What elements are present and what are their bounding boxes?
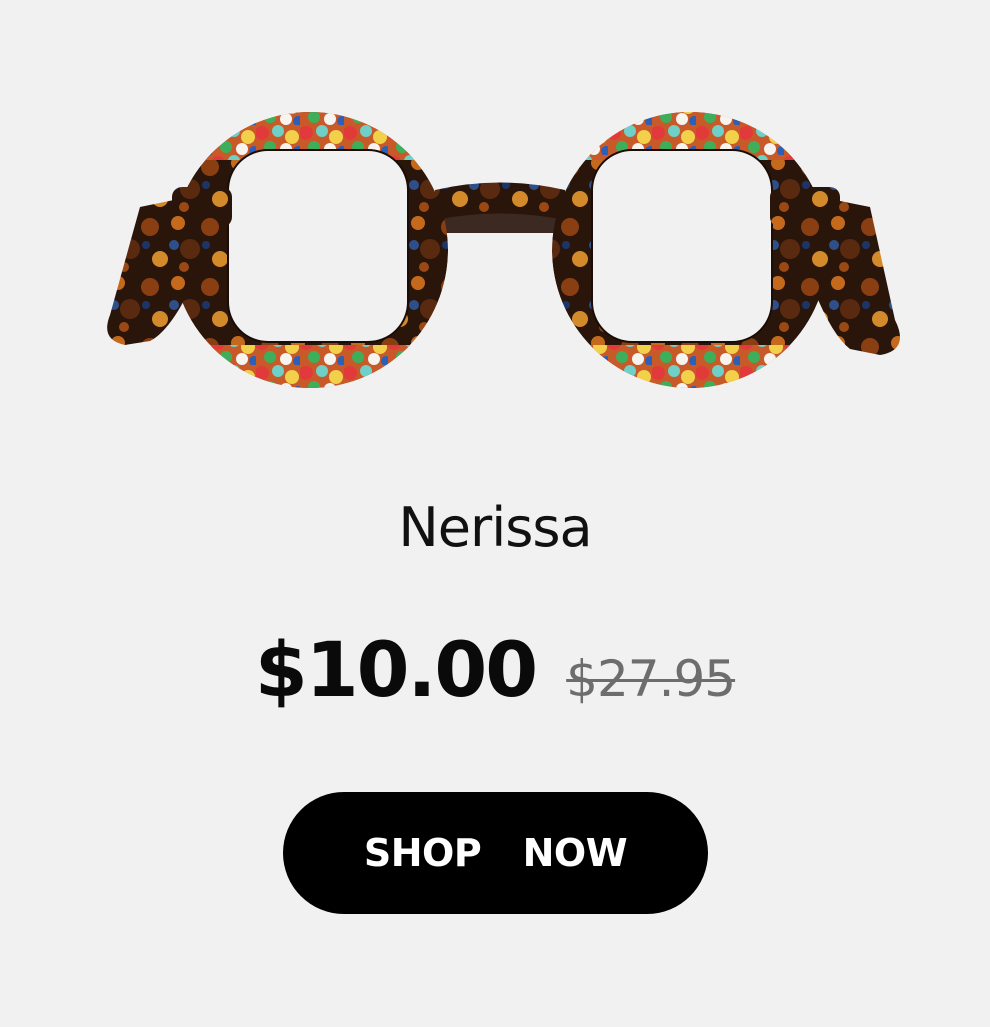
shop-now-button[interactable]: SHOP NOW — [283, 792, 708, 914]
product-name[interactable]: Nerissa — [0, 495, 990, 561]
eyeglasses-icon — [107, 112, 900, 388]
sale-price: $10.00 — [254, 625, 538, 714]
shop-now-label: SHOP NOW — [363, 831, 628, 875]
original-price: $27.95 — [566, 650, 736, 708]
price-row: $10.00 $27.95 — [0, 625, 990, 724]
product-image[interactable] — [80, 95, 920, 405]
